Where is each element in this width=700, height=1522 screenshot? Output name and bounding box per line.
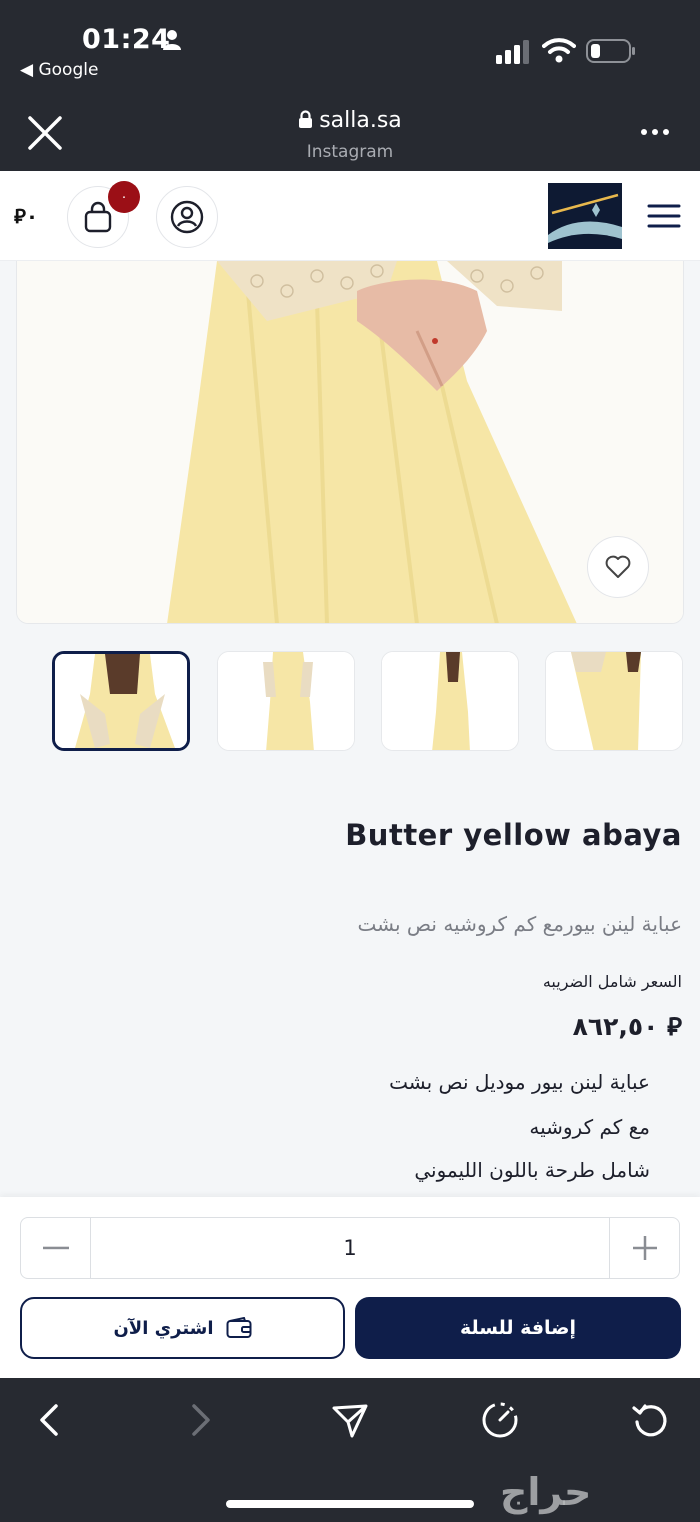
thumbnail-image [546,652,682,750]
back-to-app-link[interactable]: ◀ Google [20,60,98,80]
product-main-image[interactable] [16,261,684,624]
lock-icon [299,110,313,128]
product-title: Butter yellow abaya [345,818,682,852]
back-icon[interactable] [30,1400,70,1440]
wifi-icon [542,38,576,63]
quantity-stepper: 1 [20,1217,680,1279]
person-icon [163,30,181,50]
more-options-icon[interactable] [640,122,670,142]
product-price: ⃁ ٨٦٢,٥٠ [572,1012,682,1041]
site-header: ⃁٠ [0,171,700,261]
shopping-bag-icon [84,201,112,233]
cellular-signal-icon [496,40,529,64]
buy-now-button[interactable]: اشتري الآن [20,1297,345,1359]
price-label: السعر شامل الضريبه [542,972,682,991]
decrease-quantity-button[interactable] [21,1218,91,1278]
thumbnail-image [382,652,518,750]
description-line-3: شامل طرحة باللون الليموني [414,1158,650,1182]
speed-icon[interactable] [480,1400,520,1440]
add-to-cart-button[interactable]: إضافة للسلة [355,1297,681,1359]
forward-icon[interactable] [180,1400,220,1440]
url-domain: salla.sa [319,108,402,133]
battery-icon [586,39,635,63]
product-thumbnail-1[interactable] [52,651,190,751]
store-logo[interactable] [548,183,622,249]
plus-icon [632,1236,657,1260]
product-subtitle: عباية لينن بيورمع كم كروشيه نص بشت [357,912,682,936]
address-bar[interactable]: salla.sa [0,108,700,133]
cart-count-badge: ٠ [108,181,140,213]
reload-icon[interactable] [630,1400,670,1440]
browser-chrome: 01:24 ◀ Google salla.sa Instagram [0,0,700,171]
user-account-icon [170,200,204,234]
status-time: 01:24 [82,24,171,55]
product-thumbnail-4[interactable] [545,651,683,751]
product-thumbnail-3[interactable] [381,651,519,751]
buy-now-label: اشتري الآن [113,1317,214,1339]
minus-icon [42,1246,69,1250]
quantity-value[interactable]: 1 [91,1218,609,1278]
purchase-panel: 1 اشتري الآن إضافة للسلة [0,1197,700,1378]
account-button[interactable] [156,186,218,248]
wallet-icon [226,1317,252,1338]
product-thumbnail-2[interactable] [217,651,355,751]
haraj-watermark: حراج [500,1470,592,1514]
thumbnail-image [218,652,354,750]
wishlist-button[interactable] [587,536,649,598]
increase-quantity-button[interactable] [609,1218,679,1278]
heart-icon [605,555,631,578]
menu-icon[interactable] [646,199,682,233]
abaya-photo [17,261,683,623]
description-line-1: عباية لينن بيور موديل نص بشت [389,1070,650,1094]
thumbnail-image [55,654,187,748]
header-cart-total: ⃁٠ [14,204,39,228]
home-indicator [226,1500,474,1508]
share-icon[interactable] [330,1400,370,1440]
description-line-2: مع كم كروشيه [529,1115,650,1139]
url-source: Instagram [306,142,394,162]
